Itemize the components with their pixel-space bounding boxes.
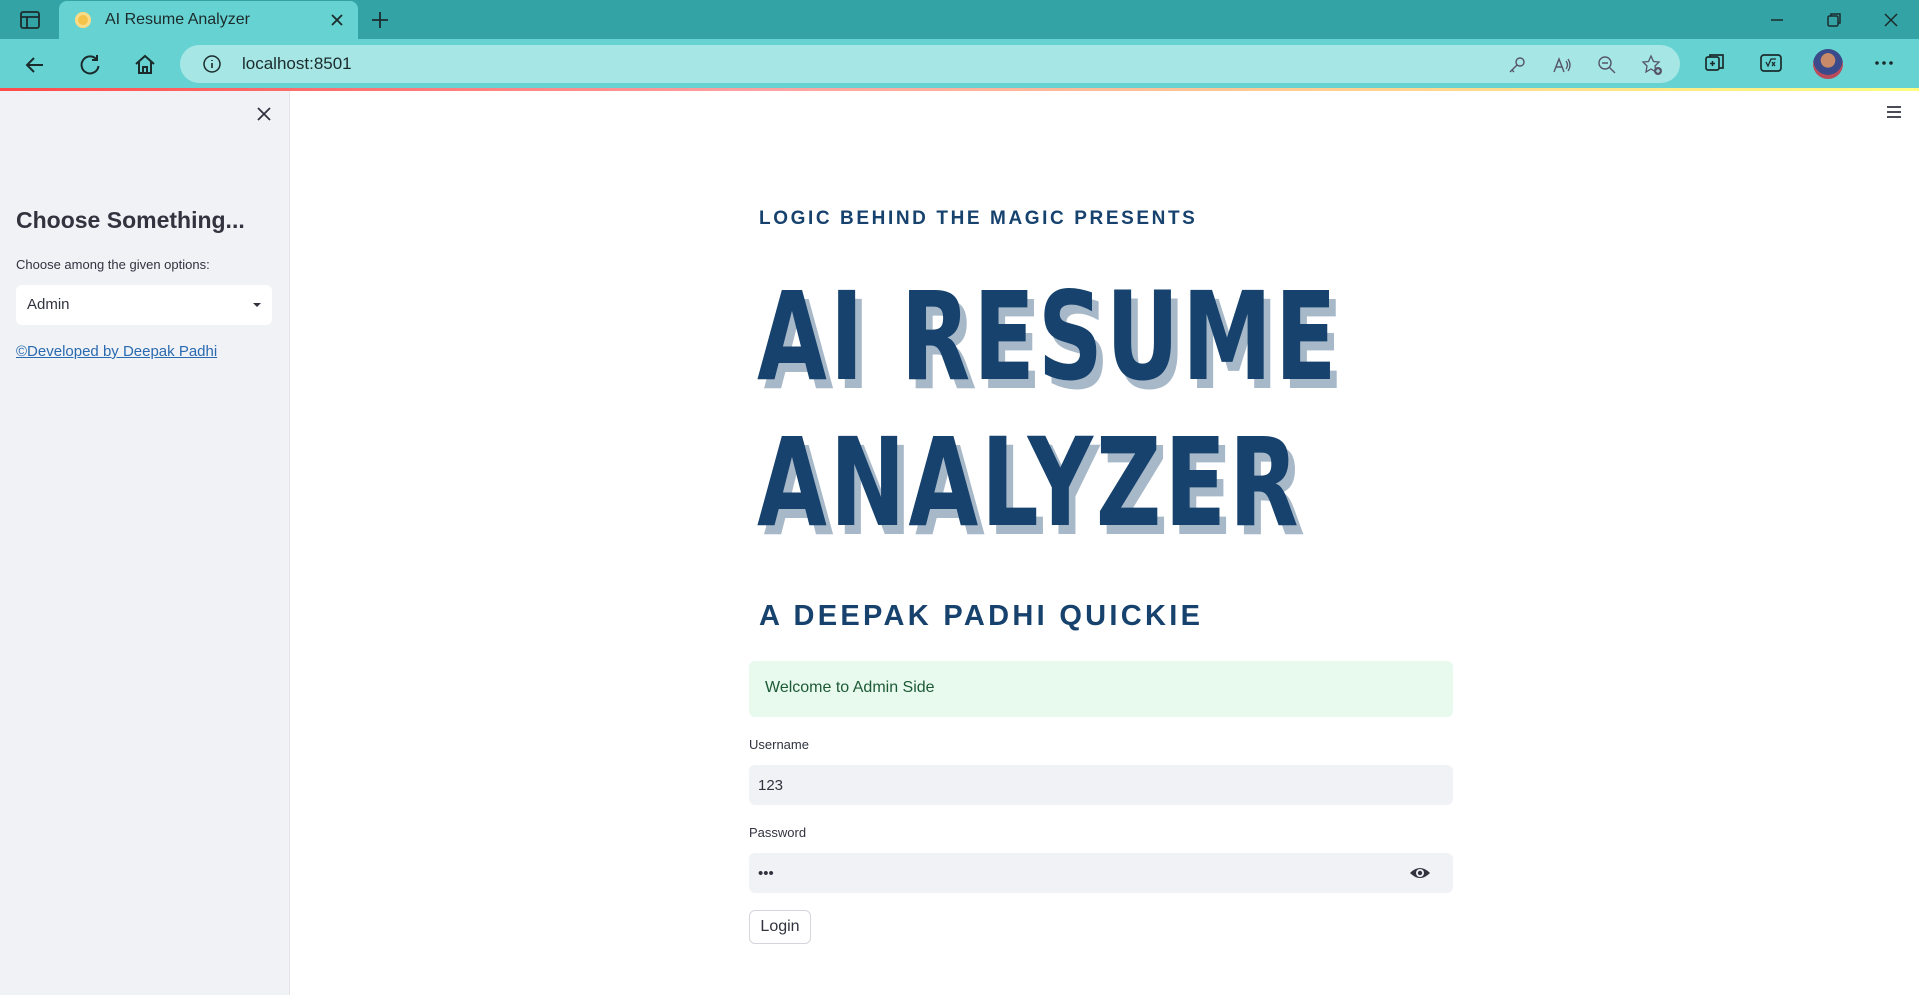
success-alert: Welcome to Admin Side: [749, 661, 1453, 717]
username-value[interactable]: 123: [758, 777, 783, 794]
title-line-2: ANALYZER: [757, 412, 1302, 554]
password-input[interactable]: •••: [749, 853, 1453, 893]
refresh-icon[interactable]: [76, 51, 104, 79]
browser-tab-bar: AI Resume Analyzer: [0, 0, 1919, 39]
url-text[interactable]: localhost:8501: [242, 54, 352, 74]
tab-title: AI Resume Analyzer: [105, 11, 250, 28]
title-line-1: AI RESUME: [757, 266, 1340, 408]
back-arrow-icon[interactable]: [21, 51, 49, 79]
username-label: Username: [749, 737, 809, 752]
collections-icon[interactable]: [1702, 50, 1728, 76]
restore-icon[interactable]: [1822, 8, 1846, 32]
select-label: Choose among the given options:: [16, 257, 210, 272]
app-title: AI RESUME ANALYZER: [757, 264, 1340, 556]
minimize-icon[interactable]: [1765, 8, 1789, 32]
menu-icon[interactable]: [1884, 103, 1904, 121]
eye-icon[interactable]: [1409, 864, 1431, 882]
chevron-down-icon[interactable]: [252, 301, 262, 309]
sidebar-toggle-icon[interactable]: [18, 9, 42, 31]
close-icon[interactable]: [327, 10, 347, 30]
presents-text: LOGIC BEHIND THE MAGIC PRESENTS: [759, 208, 1198, 229]
more-icon[interactable]: [1871, 50, 1897, 76]
sidebar-heading: Choose Something...: [16, 207, 245, 233]
info-icon[interactable]: [202, 54, 222, 74]
avatar[interactable]: [1813, 49, 1843, 79]
key-icon[interactable]: [1506, 54, 1528, 76]
close-icon[interactable]: [255, 105, 273, 123]
password-value[interactable]: •••: [758, 865, 774, 882]
home-icon[interactable]: [131, 51, 159, 79]
close-icon[interactable]: [1879, 8, 1903, 32]
zoom-out-icon[interactable]: [1596, 54, 1618, 76]
role-select[interactable]: Admin: [16, 285, 272, 325]
browser-toolbar: localhost:8501: [0, 39, 1919, 89]
address-bar[interactable]: localhost:8501: [180, 45, 1680, 83]
login-button[interactable]: Login: [749, 910, 811, 944]
plus-icon[interactable]: [368, 8, 392, 32]
subtitle: A DEEPAK PADHI QUICKIE: [759, 600, 1204, 632]
math-solver-icon[interactable]: [1758, 50, 1784, 76]
alert-text: Welcome to Admin Side: [765, 679, 935, 696]
developer-link[interactable]: ©Developed by Deepak Padhi: [16, 343, 217, 360]
streamlit-favicon-icon: [75, 12, 91, 28]
read-aloud-icon[interactable]: [1551, 54, 1573, 76]
browser-tab[interactable]: AI Resume Analyzer: [59, 1, 358, 39]
sidebar: Choose Something... Choose among the giv…: [0, 91, 290, 995]
password-label: Password: [749, 825, 807, 840]
username-input[interactable]: 123: [749, 765, 1453, 805]
add-favorite-icon[interactable]: [1641, 54, 1663, 76]
select-value[interactable]: Admin: [27, 296, 70, 313]
